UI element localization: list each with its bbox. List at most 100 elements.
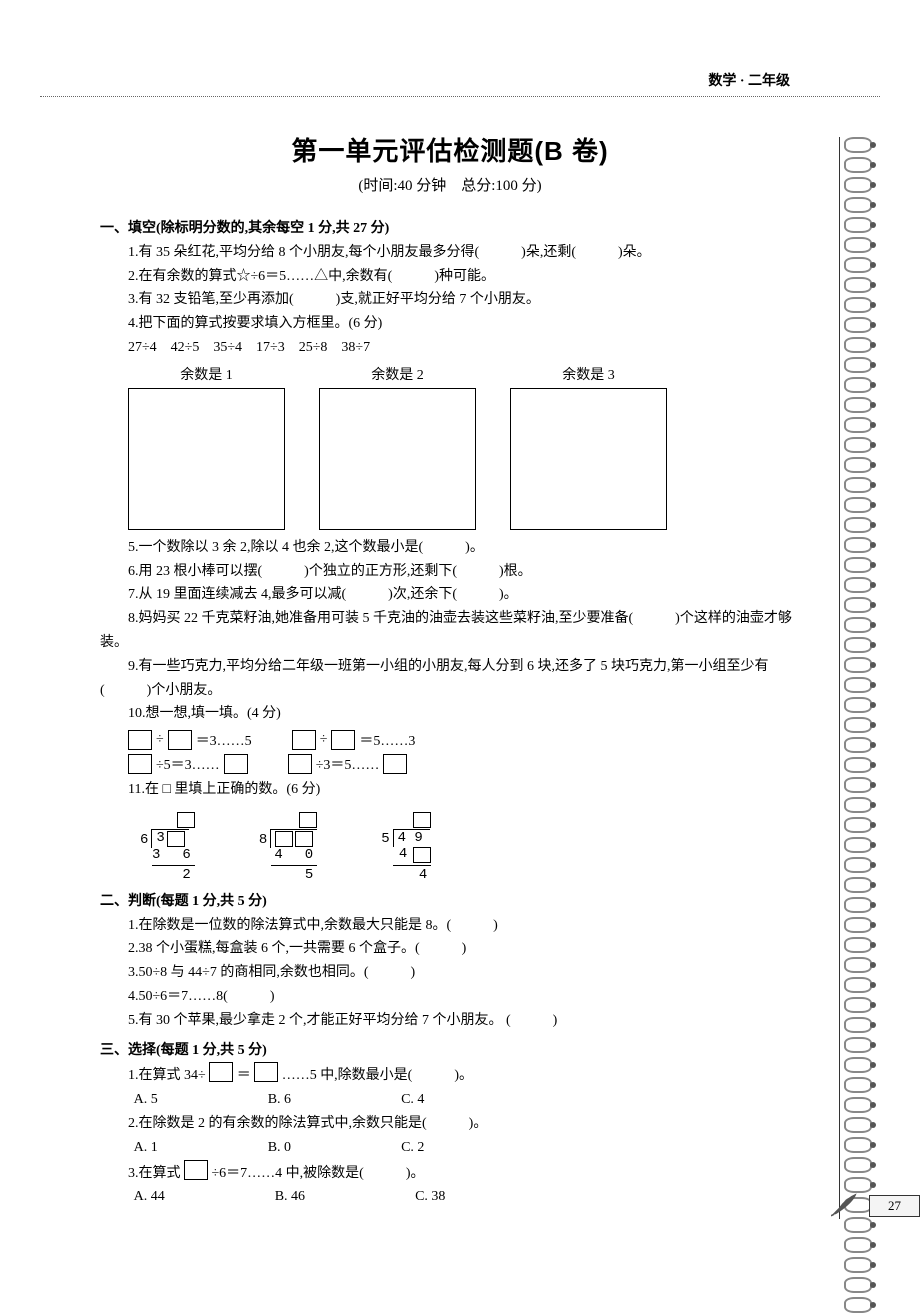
binding-ring	[844, 177, 872, 193]
choice-a: A. 5	[134, 1088, 158, 1112]
binding-ring	[844, 697, 872, 713]
blank-box[interactable]	[128, 730, 152, 750]
q1-5: 5.一个数除以 3 余 2,除以 4 也余 2,这个数最小是( )。	[100, 536, 800, 560]
q3-1-pre: 1.在算式 34÷	[128, 1068, 206, 1083]
blank-box[interactable]	[413, 812, 431, 828]
binding-ring	[844, 877, 872, 893]
eq-b: ＝5……3	[359, 730, 415, 750]
ld3-sub-tens: 4	[399, 847, 411, 863]
binding-ring	[844, 277, 872, 293]
blank-box[interactable]	[167, 831, 185, 847]
margin-line	[839, 137, 840, 1219]
choice-c: C. 2	[401, 1136, 424, 1160]
binding-ring	[844, 237, 872, 253]
binding-ring	[844, 917, 872, 933]
binding-ring	[844, 857, 872, 873]
blank-box[interactable]	[177, 812, 195, 828]
ld3-dividend: 4 9	[393, 829, 430, 847]
q1-9: 9.有一些巧克力,平均分给二年级一班第一小组的小朋友,每人分到 6 块,还多了 …	[100, 655, 800, 703]
binding-ring	[844, 317, 872, 333]
answer-box-1[interactable]	[128, 388, 285, 530]
q1-11: 11.在 □ 里填上正确的数。(6 分)	[100, 778, 800, 802]
binding-ring	[844, 1277, 872, 1293]
section-3-heading: 三、选择(每题 1 分,共 5 分)	[100, 1039, 800, 1063]
spiral-binding	[844, 137, 874, 1313]
q3-3: 3.在算式 ÷6＝7……4 中,被除数是( )。	[100, 1160, 800, 1186]
blank-box[interactable]	[128, 754, 152, 774]
ld1-sub: 3 6	[152, 848, 195, 863]
binding-ring	[844, 357, 872, 373]
binding-ring	[844, 1097, 872, 1113]
ld2-rem: 5	[271, 868, 317, 883]
ld1-dividend-tens: 3	[156, 831, 164, 847]
page-number: 27	[869, 1195, 920, 1217]
q3-1-mid: ＝	[237, 1068, 251, 1083]
blank-box[interactable]	[275, 831, 293, 847]
choice-b: B. 0	[268, 1136, 291, 1160]
binding-ring	[844, 777, 872, 793]
longdiv-3: 5 4 9 4 4	[381, 812, 431, 884]
blank-box[interactable]	[288, 754, 312, 774]
longdiv-1: 6 3 3 6 2	[140, 812, 195, 884]
q1-10-row1: ÷ ＝3……5 ÷ ＝5……3	[128, 730, 800, 750]
section-2-heading: 二、判断(每题 1 分,共 5 分)	[100, 890, 800, 914]
q1-1: 1.有 35 朵红花,平均分给 8 个小朋友,每个小朋友最多分得( )朵,还剩(…	[100, 241, 800, 265]
binding-ring	[844, 1297, 872, 1313]
choice-a: A. 1	[134, 1136, 158, 1160]
binding-ring	[844, 897, 872, 913]
q3-3-post: ÷6＝7……4 中,被除数是( )。	[212, 1166, 425, 1181]
binding-ring	[844, 797, 872, 813]
q2-4: 4.50÷6＝7……8( )	[100, 985, 800, 1009]
longdiv-2: 8 4 0 5	[259, 812, 317, 884]
box-label-1: 余数是 1	[128, 364, 285, 384]
page-subtitle: (时间:40 分钟 总分:100 分)	[100, 174, 800, 195]
binding-ring	[844, 1237, 872, 1253]
binding-ring	[844, 497, 872, 513]
answer-box-2[interactable]	[319, 388, 476, 530]
answer-box-3[interactable]	[510, 388, 667, 530]
blank-box[interactable]	[295, 831, 313, 847]
blank-box[interactable]	[292, 730, 316, 750]
binding-ring	[844, 477, 872, 493]
binding-ring	[844, 1137, 872, 1153]
q2-1: 1.在除数是一位数的除法算式中,余数最大只能是 8。( )	[100, 914, 800, 938]
blank-box[interactable]	[224, 754, 248, 774]
blank-box[interactable]	[331, 730, 355, 750]
ld3-rem: 4	[393, 868, 431, 883]
binding-ring	[844, 1017, 872, 1033]
binding-ring	[844, 557, 872, 573]
q3-1: 1.在算式 34÷ ＝ ……5 中,除数最小是( )。	[100, 1062, 800, 1088]
ld-line	[393, 865, 431, 866]
blank-box[interactable]	[299, 812, 317, 828]
q3-2: 2.在除数是 2 的有余数的除法算式中,余数只能是( )。	[100, 1112, 800, 1136]
blank-box[interactable]	[383, 754, 407, 774]
binding-ring	[844, 457, 872, 473]
blank-box[interactable]	[184, 1160, 208, 1180]
binding-ring	[844, 137, 872, 153]
blank-box[interactable]	[209, 1062, 233, 1082]
binding-ring	[844, 437, 872, 453]
q3-1-choices: A. 5 B. 6 C. 4	[134, 1088, 800, 1112]
choice-b: B. 46	[275, 1185, 305, 1209]
binding-ring	[844, 217, 872, 233]
blank-box[interactable]	[413, 847, 431, 863]
eq-c: ÷5＝3……	[156, 754, 220, 774]
binding-ring	[844, 597, 872, 613]
binding-ring	[844, 157, 872, 173]
page: 第一单元评估检测题(B 卷) (时间:40 分钟 总分:100 分) 一、填空(…	[0, 97, 920, 1229]
choice-c: C. 38	[415, 1185, 445, 1209]
binding-ring	[844, 257, 872, 273]
q2-5: 5.有 30 个苹果,最少拿走 2 个,才能正好平均分给 7 个小朋友。 ( )	[100, 1009, 800, 1033]
binding-ring	[844, 977, 872, 993]
binding-ring	[844, 717, 872, 733]
binding-ring	[844, 197, 872, 213]
binding-ring	[844, 1257, 872, 1273]
binding-ring	[844, 937, 872, 953]
blank-box[interactable]	[254, 1062, 278, 1082]
blank-box[interactable]	[168, 730, 192, 750]
binding-ring	[844, 577, 872, 593]
q1-8: 8.妈妈买 22 千克菜籽油,她准备用可装 5 千克油的油壶去装这些菜籽油,至少…	[100, 607, 800, 655]
q2-3: 3.50÷8 与 44÷7 的商相同,余数也相同。( )	[100, 961, 800, 985]
binding-ring	[844, 837, 872, 853]
binding-ring	[844, 817, 872, 833]
